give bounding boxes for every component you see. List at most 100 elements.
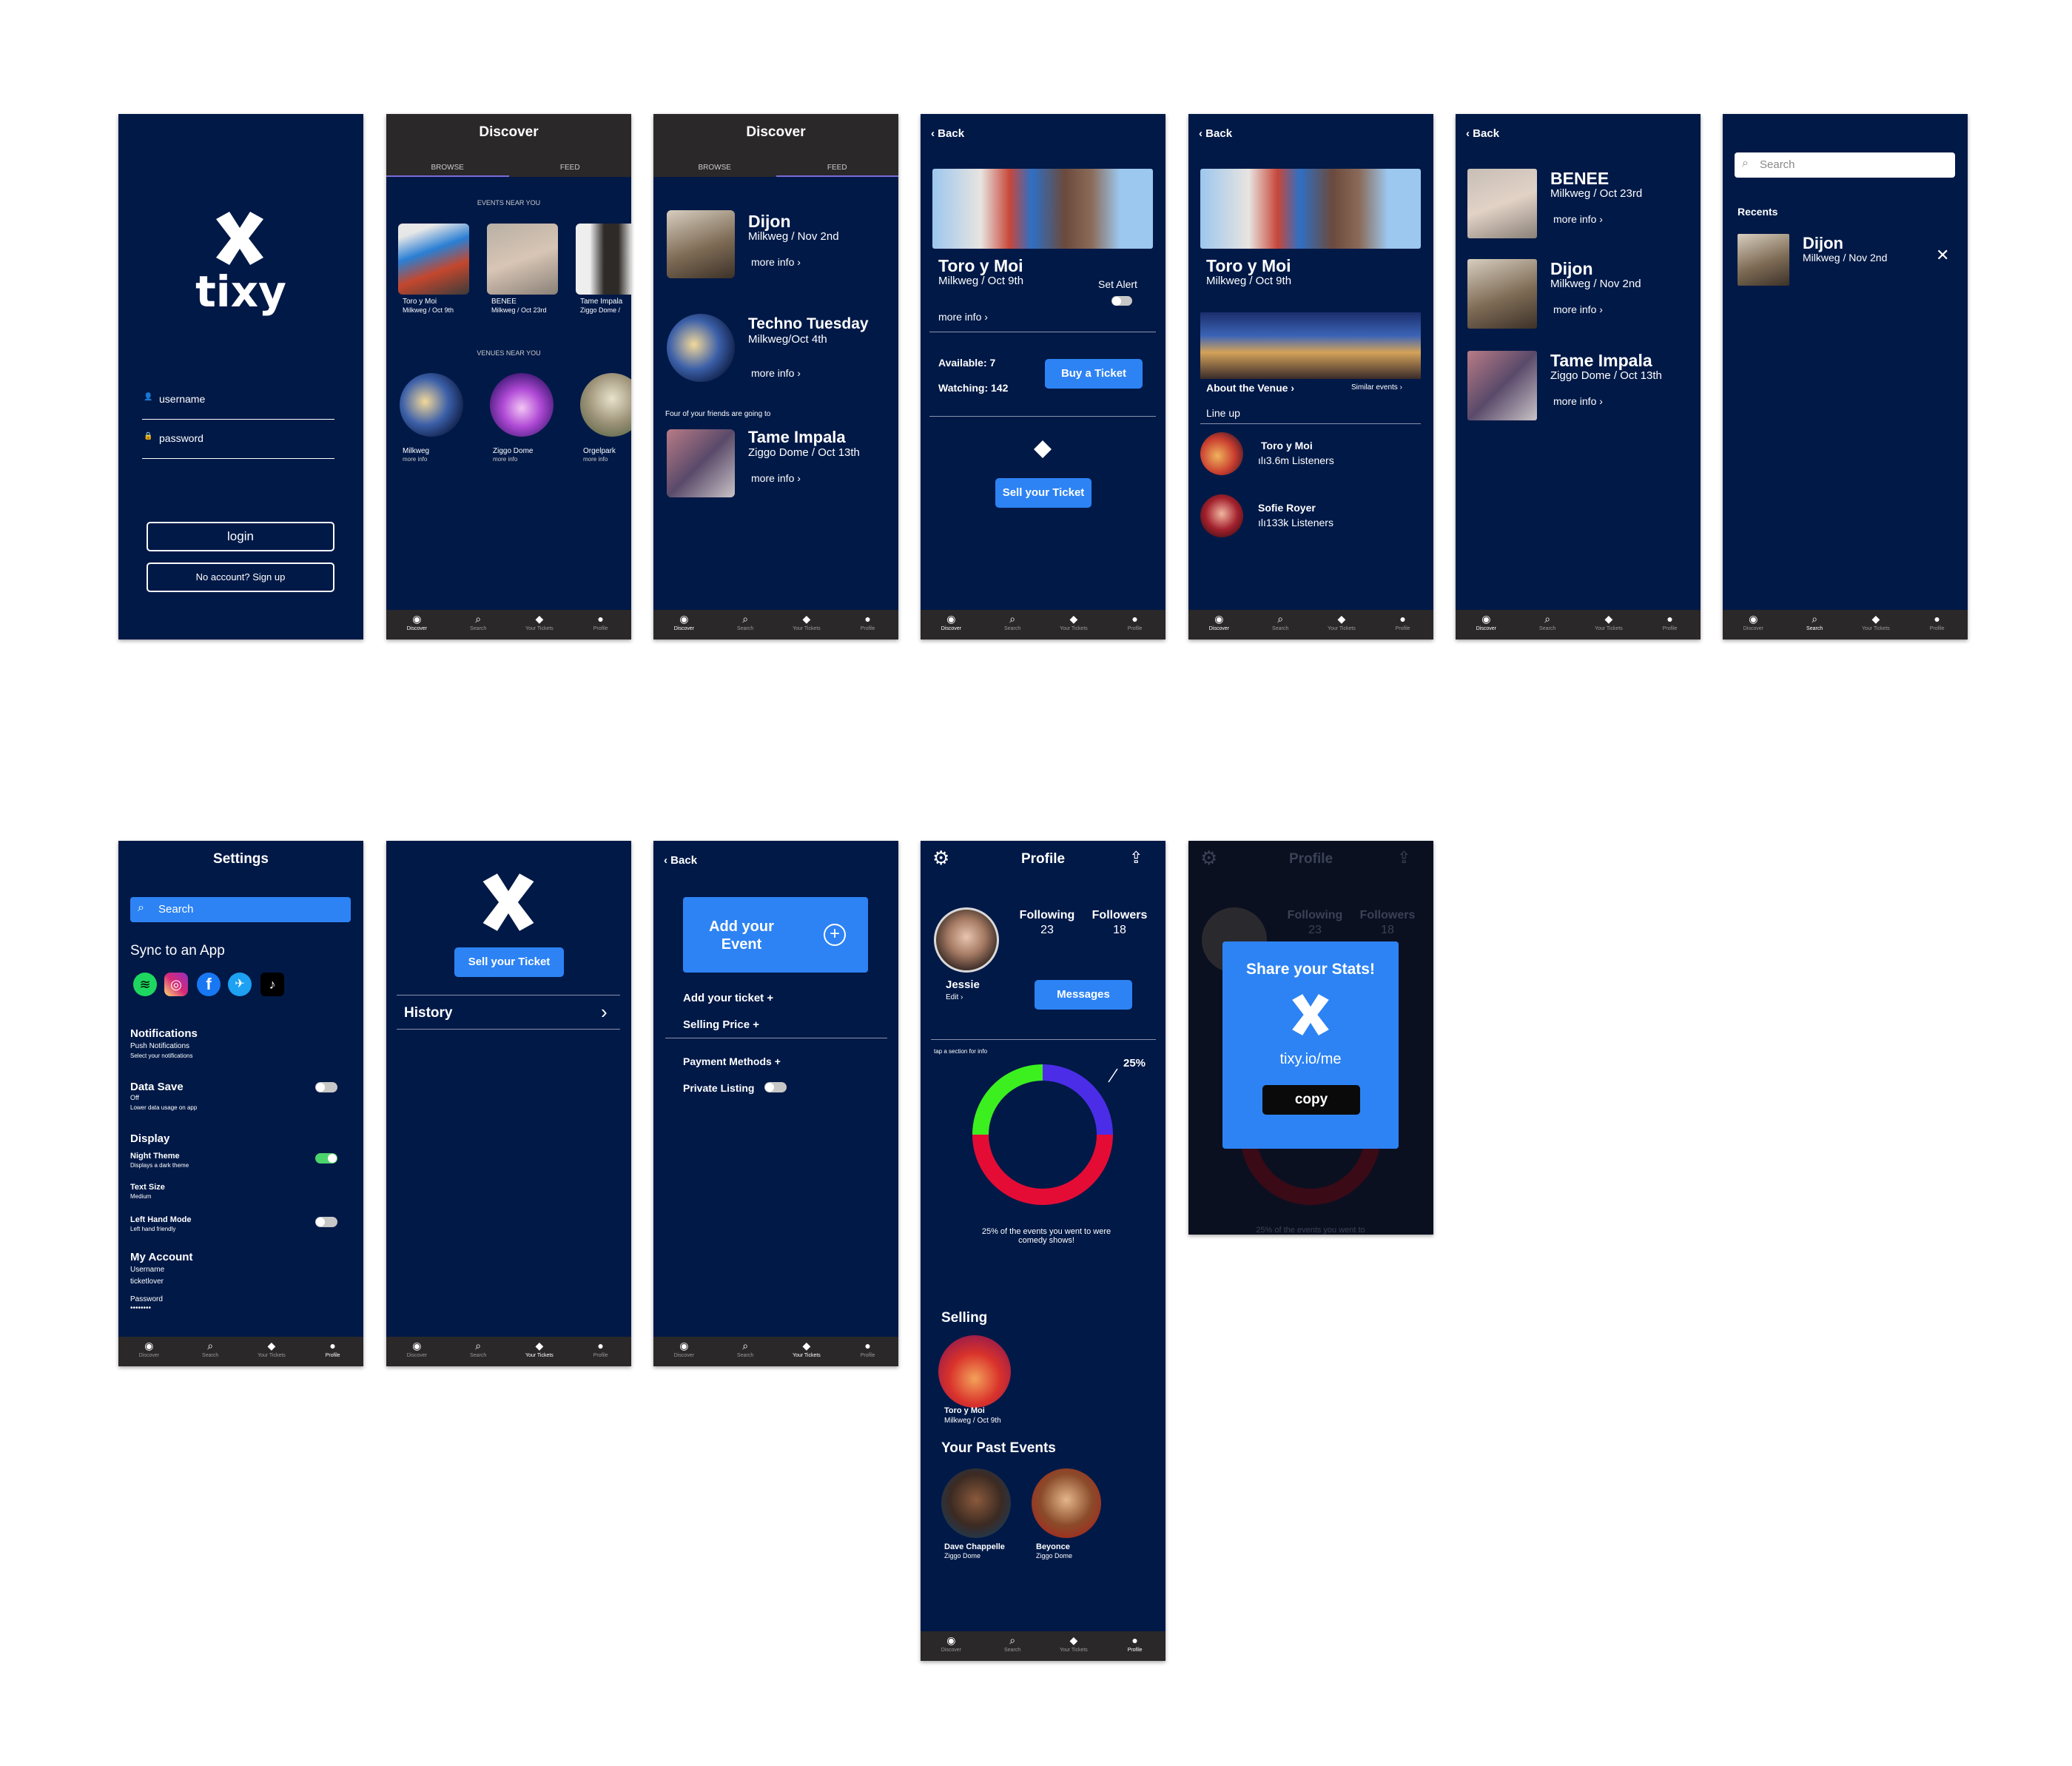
artist-avatar[interactable] — [1200, 494, 1243, 537]
selling-item-image[interactable] — [938, 1335, 1011, 1408]
donut-segment-music[interactable] — [972, 1135, 1113, 1205]
nav-profile[interactable]: ● Profile — [1639, 613, 1701, 631]
nav-tickets[interactable]: ◆ Your Tickets — [1311, 613, 1373, 631]
nav-profile[interactable]: ● Profile — [837, 1340, 898, 1358]
nav-discover[interactable]: ◉ Discover — [1723, 613, 1784, 631]
more-info-link[interactable]: more info › — [1553, 213, 1603, 225]
sell-ticket-button[interactable]: Sell your Ticket — [995, 478, 1092, 508]
nav-profile[interactable]: ● Profile — [1104, 613, 1166, 631]
nav-profile[interactable]: ● Profile — [1104, 1634, 1166, 1653]
selling-price-link[interactable]: Selling Price + — [683, 1018, 759, 1031]
nav-discover[interactable]: ◉ Discover — [386, 1340, 448, 1358]
nav-profile[interactable]: ● Profile — [570, 1340, 631, 1358]
venue-image[interactable] — [400, 373, 463, 437]
past-event-image[interactable] — [1032, 1468, 1101, 1538]
nav-discover[interactable]: ◉ Discover — [653, 613, 715, 631]
more-info-link[interactable]: more info › — [938, 311, 988, 323]
tab-feed[interactable]: FEED — [509, 164, 632, 172]
following-label[interactable]: Following — [1014, 909, 1080, 922]
nav-search[interactable]: ⌕ Search — [982, 613, 1043, 631]
nav-search[interactable]: ⌕ Search — [1784, 613, 1846, 631]
edit-profile-link[interactable]: Edit › — [946, 993, 963, 1001]
messages-button[interactable]: Messages — [1035, 980, 1132, 1010]
similar-events-link[interactable]: Similar events › — [1351, 383, 1402, 392]
back-button[interactable]: ‹ Back — [1466, 127, 1499, 140]
login-button[interactable]: login — [147, 522, 334, 551]
recent-image[interactable] — [1738, 234, 1789, 286]
back-button[interactable]: ‹ Back — [931, 127, 964, 140]
payment-methods-link[interactable]: Payment Methods + — [683, 1055, 781, 1067]
nav-profile[interactable]: ● Profile — [570, 613, 631, 631]
tab-browse[interactable]: BROWSE — [386, 164, 509, 172]
password-value[interactable]: •••••••• — [130, 1304, 151, 1312]
recent-name[interactable]: Dijon — [1803, 234, 1843, 253]
venue-image[interactable] — [1200, 312, 1421, 379]
nav-search[interactable]: ⌕ Search — [1517, 613, 1578, 631]
more-info-link[interactable]: more info › — [1553, 303, 1603, 315]
back-button[interactable]: ‹ Back — [1199, 127, 1232, 140]
instagram-icon[interactable]: ◎ — [164, 973, 188, 996]
stats-donut-chart[interactable] — [965, 1057, 1120, 1212]
event-image[interactable] — [1467, 259, 1537, 329]
nav-discover[interactable]: ◉ Discover — [1188, 613, 1250, 631]
avatar[interactable] — [934, 907, 999, 973]
add-event-card[interactable]: Add your Event + — [683, 897, 868, 973]
left-hand-toggle[interactable] — [315, 1217, 337, 1227]
nav-profile[interactable]: ● Profile — [302, 1340, 363, 1358]
more-info-link[interactable]: more info › — [1553, 395, 1603, 407]
more-info-link[interactable]: more info › — [751, 256, 801, 268]
copy-button[interactable]: copy — [1262, 1085, 1360, 1115]
nav-search[interactable]: ⌕ Search — [448, 613, 509, 631]
nav-tickets[interactable]: ◆ Your Tickets — [241, 1340, 303, 1358]
night-theme-toggle[interactable] — [315, 1153, 337, 1164]
nav-search[interactable]: ⌕ Search — [715, 1340, 776, 1358]
nav-discover[interactable]: ◉ Discover — [118, 1340, 180, 1358]
donut-segment-comedy[interactable] — [1043, 1064, 1113, 1135]
more-info-link[interactable]: more info › — [751, 472, 801, 484]
followers-label[interactable]: Followers — [1086, 909, 1153, 922]
venue-image[interactable] — [490, 373, 554, 437]
tab-feed[interactable]: FEED — [776, 164, 899, 172]
password-field[interactable]: password — [159, 432, 204, 444]
venue-image[interactable] — [580, 373, 631, 437]
chevron-right-icon[interactable]: › — [601, 1001, 608, 1024]
share-icon[interactable]: ⇪ — [1129, 848, 1143, 867]
nav-tickets[interactable]: ◆ Your Tickets — [1043, 613, 1105, 631]
event-card-image[interactable] — [487, 224, 558, 295]
data-save-toggle[interactable] — [315, 1082, 337, 1092]
past-event-image[interactable] — [941, 1468, 1011, 1538]
nav-tickets[interactable]: ◆ Your Tickets — [509, 613, 571, 631]
event-image[interactable] — [667, 429, 735, 497]
username-field[interactable]: username — [159, 393, 205, 405]
more-info-link[interactable]: more info › — [751, 367, 801, 379]
close-icon[interactable]: ✕ — [1936, 246, 1949, 265]
event-card-image[interactable] — [576, 224, 631, 295]
event-image[interactable] — [1467, 169, 1537, 238]
nav-tickets[interactable]: ◆ Your Tickets — [509, 1340, 571, 1358]
venue-more[interactable]: more info — [493, 456, 517, 463]
nav-discover[interactable]: ◉ Discover — [921, 1634, 982, 1653]
nav-search[interactable]: ⌕ Search — [982, 1634, 1043, 1653]
push-notifications-label[interactable]: Push Notifications — [130, 1042, 189, 1050]
nav-tickets[interactable]: ◆ Your Tickets — [1578, 613, 1640, 631]
nav-tickets[interactable]: ◆ Your Tickets — [1846, 613, 1907, 631]
nav-tickets[interactable]: ◆ Your Tickets — [776, 1340, 838, 1358]
nav-search[interactable]: ⌕ Search — [1250, 613, 1311, 631]
nav-search[interactable]: ⌕ Search — [448, 1340, 509, 1358]
twitter-icon[interactable]: ✈ — [228, 973, 252, 996]
nav-discover[interactable]: ◉ Discover — [1456, 613, 1517, 631]
nav-discover[interactable]: ◉ Discover — [921, 613, 982, 631]
set-alert-toggle[interactable] — [1111, 296, 1132, 306]
venue-more[interactable]: more info — [583, 456, 608, 463]
nav-profile[interactable]: ● Profile — [1906, 613, 1968, 631]
signup-button[interactable]: No account? Sign up — [147, 563, 334, 592]
search-input[interactable]: Search — [1735, 152, 1955, 178]
sell-ticket-button[interactable]: Sell your Ticket — [454, 947, 564, 977]
event-image[interactable] — [667, 210, 735, 278]
spotify-icon[interactable]: ≋ — [133, 973, 157, 996]
venue-more[interactable]: more info — [403, 456, 427, 463]
facebook-icon[interactable]: f — [197, 973, 221, 996]
back-button[interactable]: ‹ Back — [664, 854, 697, 867]
history-link[interactable]: History — [404, 1005, 452, 1021]
event-card-image[interactable] — [398, 224, 469, 295]
